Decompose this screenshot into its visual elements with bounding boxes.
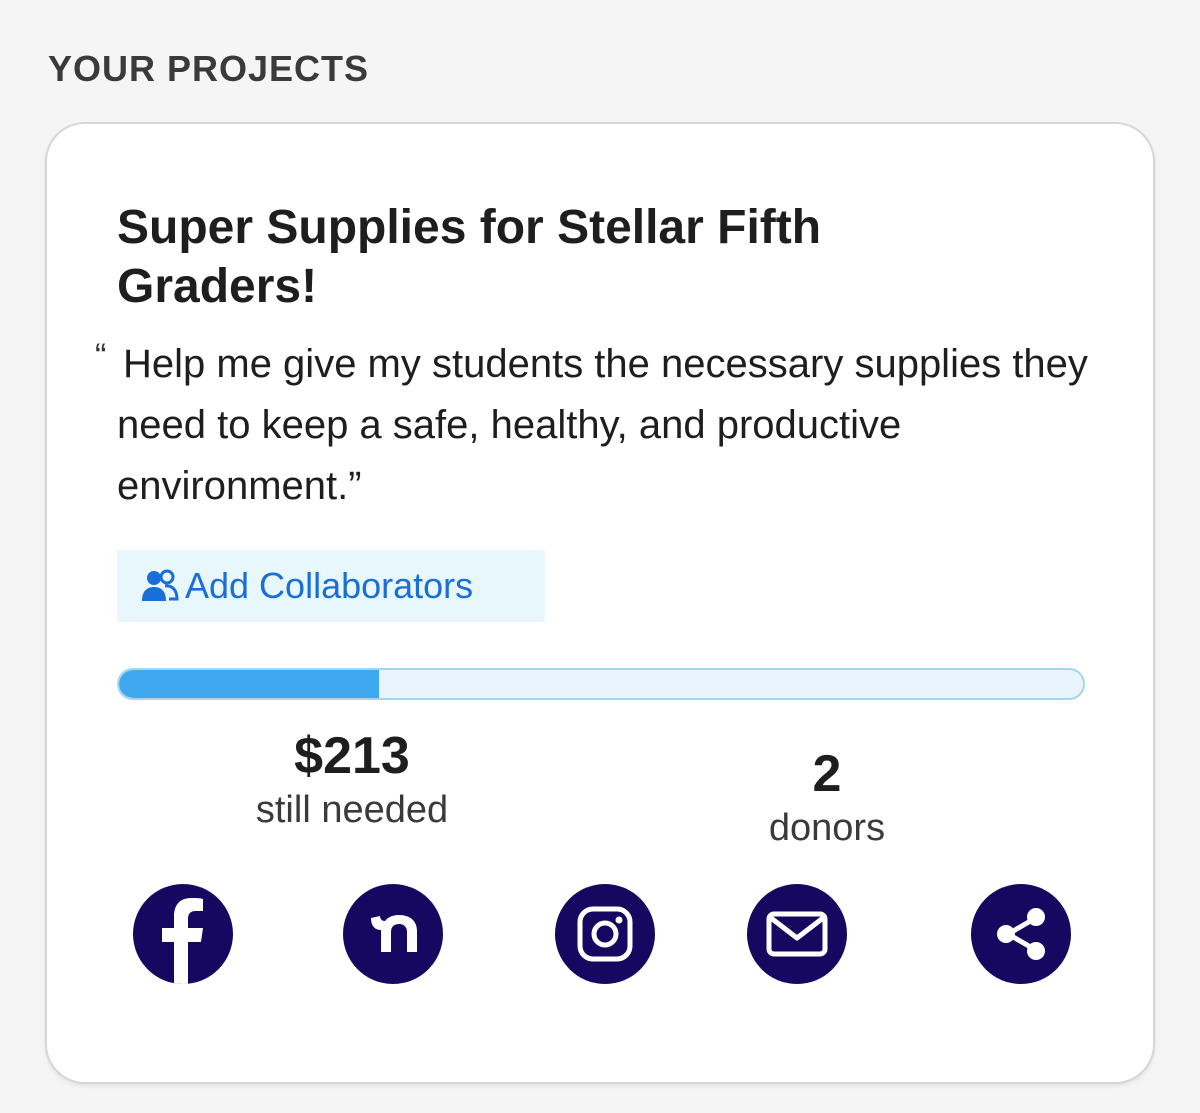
instagram-icon	[577, 906, 633, 962]
email-share-button[interactable]	[747, 884, 847, 984]
instagram-share-button[interactable]	[555, 884, 655, 984]
share-icon	[997, 908, 1045, 960]
still-needed-stat: $213 still needed	[227, 726, 477, 834]
nextdoor-share-button[interactable]	[343, 884, 443, 984]
section-heading: YOUR PROJECTS	[48, 48, 370, 89]
donors-label: donors	[768, 807, 886, 849]
project-quote: Help me give my students the necessary s…	[117, 342, 1088, 508]
mail-icon	[766, 911, 828, 957]
still-needed-label: still needed	[255, 789, 449, 831]
project-card: Super Supplies for Stellar Fifth Graders…	[45, 122, 1155, 1084]
share-buttons-row	[47, 884, 1157, 984]
still-needed-value: $213	[294, 727, 410, 785]
donors-stat: 2 donors	[707, 744, 947, 852]
quote-open-mark: “	[95, 337, 107, 375]
add-collaborators-button[interactable]: Add Collaborators	[117, 550, 545, 622]
donors-count: 2	[812, 745, 842, 803]
nextdoor-icon	[371, 915, 417, 952]
add-collaborators-label: Add Collaborators	[185, 565, 474, 606]
facebook-icon	[162, 898, 203, 984]
users-icon	[142, 569, 179, 601]
funding-progress-fill	[119, 670, 380, 698]
facebook-share-button[interactable]	[133, 884, 233, 984]
project-title[interactable]: Super Supplies for Stellar Fifth Graders…	[117, 198, 1017, 316]
funding-progress-bar	[117, 668, 1085, 700]
share-button[interactable]	[971, 884, 1071, 984]
